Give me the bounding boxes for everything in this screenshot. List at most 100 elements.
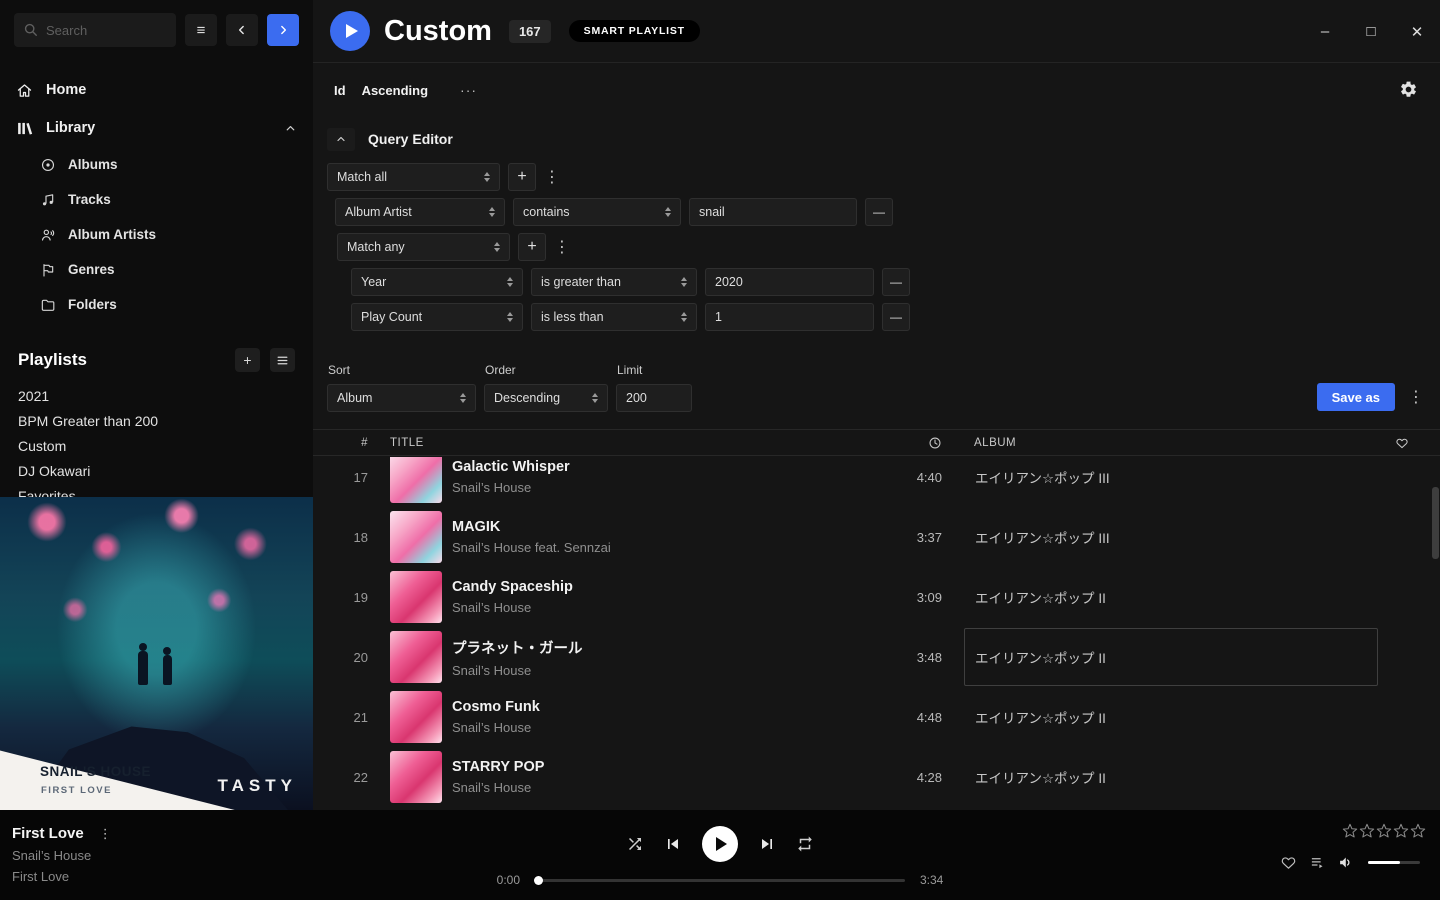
back-button[interactable] bbox=[226, 14, 258, 46]
remove-rule-button[interactable]: — bbox=[882, 268, 910, 296]
shuffle-button[interactable] bbox=[626, 835, 644, 853]
rule-operator-select[interactable]: is greater than bbox=[531, 268, 697, 296]
rule-field-select[interactable]: Play Count bbox=[351, 303, 523, 331]
track-title: MAGIK bbox=[452, 519, 802, 535]
playlist-item[interactable]: 2021 bbox=[0, 384, 313, 409]
match-mode-select[interactable]: Match all bbox=[327, 163, 500, 191]
sidebar-item-tracks[interactable]: Tracks bbox=[0, 182, 313, 217]
genres-icon bbox=[40, 262, 56, 278]
search-box[interactable] bbox=[14, 13, 176, 47]
track-album[interactable]: エイリアン☆ポップ III bbox=[964, 508, 1378, 566]
star-icon[interactable] bbox=[1342, 823, 1358, 839]
collapse-query-editor-button[interactable] bbox=[327, 128, 355, 151]
sidebar-item-library[interactable]: Library bbox=[0, 109, 313, 147]
maximize-button[interactable]: □ bbox=[1363, 23, 1379, 40]
track-row[interactable]: 22 STARRY POP Snail’s House 4:28 エイリアン☆ポ… bbox=[313, 747, 1440, 807]
rule-field-select[interactable]: Album Artist bbox=[335, 198, 505, 226]
column-favorite[interactable] bbox=[1378, 436, 1426, 450]
close-button[interactable]: ✕ bbox=[1409, 23, 1425, 41]
seek-bar[interactable] bbox=[535, 879, 905, 882]
sidebar-item-album-artists[interactable]: Album Artists bbox=[0, 217, 313, 252]
now-playing-album: First Love bbox=[12, 869, 111, 884]
playlist-item[interactable]: DJ Okawari bbox=[0, 459, 313, 484]
track-album[interactable]: エイリアン☆ポップ II bbox=[964, 688, 1378, 746]
add-playlist-button[interactable]: + bbox=[235, 348, 260, 372]
sidebar-item-home[interactable]: Home bbox=[0, 71, 313, 109]
updown-icon bbox=[507, 277, 513, 287]
rule-value-field[interactable] bbox=[705, 268, 874, 296]
queue-button[interactable] bbox=[1310, 855, 1325, 870]
remove-rule-button[interactable]: — bbox=[882, 303, 910, 331]
rule-value-field[interactable] bbox=[689, 198, 857, 226]
column-number[interactable]: # bbox=[333, 437, 368, 449]
settings-gear-icon[interactable] bbox=[1399, 80, 1418, 99]
track-row[interactable]: 21 Cosmo Funk Snail’s House 4:48 エイリアン☆ポ… bbox=[313, 687, 1440, 747]
limit-field[interactable] bbox=[616, 384, 692, 412]
save-as-button[interactable]: Save as bbox=[1317, 383, 1395, 411]
add-rule-button[interactable]: + bbox=[508, 163, 536, 191]
sort-field-button[interactable]: Id bbox=[334, 83, 346, 98]
remove-rule-button[interactable]: — bbox=[865, 198, 893, 226]
volume-button[interactable] bbox=[1338, 854, 1355, 871]
group-menu-button[interactable]: ⋮ bbox=[554, 237, 566, 257]
seek-knob[interactable] bbox=[534, 876, 543, 885]
rule-value-input[interactable] bbox=[715, 275, 864, 289]
add-rule-button[interactable]: + bbox=[518, 233, 546, 261]
track-album[interactable]: エイリアン☆ポップ II bbox=[964, 748, 1378, 806]
star-icon[interactable] bbox=[1359, 823, 1375, 839]
favorite-button[interactable] bbox=[1280, 854, 1297, 871]
next-button[interactable] bbox=[757, 834, 777, 854]
track-artist: Snail’s House feat. Sennzai bbox=[452, 540, 802, 555]
search-input[interactable] bbox=[46, 23, 156, 38]
sort-select[interactable]: Album bbox=[327, 384, 476, 412]
rule-operator-select[interactable]: contains bbox=[513, 198, 681, 226]
sort-order-button[interactable]: Ascending bbox=[362, 83, 428, 98]
menu-button[interactable]: ≡ bbox=[185, 14, 217, 46]
clock-icon bbox=[928, 436, 942, 450]
column-album[interactable]: ALBUM bbox=[964, 437, 1378, 449]
star-icon[interactable] bbox=[1410, 823, 1426, 839]
sidebar-item-folders[interactable]: Folders bbox=[0, 287, 313, 322]
column-title[interactable]: TITLE bbox=[390, 437, 802, 449]
minimize-button[interactable]: – bbox=[1317, 23, 1333, 40]
play-pause-button[interactable] bbox=[702, 826, 738, 862]
forward-button[interactable] bbox=[267, 14, 299, 46]
playlist-item[interactable]: BPM Greater than 200 bbox=[0, 409, 313, 434]
order-select[interactable]: Descending bbox=[484, 384, 608, 412]
match-mode-select[interactable]: Match any bbox=[337, 233, 510, 261]
scrollbar-thumb[interactable] bbox=[1432, 487, 1439, 559]
total-time: 3:34 bbox=[920, 873, 950, 887]
more-options-button[interactable]: ··· bbox=[460, 82, 477, 98]
minus-icon: — bbox=[890, 310, 902, 324]
playlist-list-button[interactable] bbox=[270, 348, 295, 372]
repeat-button[interactable] bbox=[796, 835, 814, 853]
sidebar-item-albums[interactable]: Albums bbox=[0, 147, 313, 182]
play-playlist-button[interactable] bbox=[330, 11, 370, 51]
rule-field-select[interactable]: Year bbox=[351, 268, 523, 296]
track-row[interactable]: 19 Candy Spaceship Snail’s House 3:09 エイ… bbox=[313, 567, 1440, 627]
track-row[interactable]: 18 MAGIK Snail’s House feat. Sennzai 3:3… bbox=[313, 507, 1440, 567]
track-album[interactable]: エイリアン☆ポップ II bbox=[964, 568, 1378, 626]
skip-next-icon bbox=[757, 834, 777, 854]
playlist-item[interactable]: Custom bbox=[0, 434, 313, 459]
group-menu-button[interactable]: ⋮ bbox=[544, 167, 556, 187]
star-icon[interactable] bbox=[1393, 823, 1409, 839]
playlist-header: Custom 167 SMART PLAYLIST – □ ✕ bbox=[313, 0, 1440, 63]
rule-value-field[interactable] bbox=[705, 303, 874, 331]
rule-value-input[interactable] bbox=[715, 310, 864, 324]
column-duration[interactable] bbox=[802, 436, 942, 450]
star-icon[interactable] bbox=[1376, 823, 1392, 839]
save-menu-button[interactable]: ⋮ bbox=[1408, 387, 1420, 407]
previous-button[interactable] bbox=[663, 834, 683, 854]
track-album[interactable]: エイリアン☆ポップ III bbox=[964, 457, 1378, 506]
now-playing-menu-button[interactable]: ⋮ bbox=[99, 826, 111, 842]
track-row[interactable]: 17 Galactic Whisper Snail’s House 4:40 エ… bbox=[313, 457, 1440, 507]
limit-input[interactable] bbox=[626, 391, 682, 405]
sidebar: ≡ Home Library Albums Tracks Album bbox=[0, 0, 313, 810]
rule-value-input[interactable] bbox=[699, 205, 847, 219]
track-album-hovered[interactable]: エイリアン☆ポップ II bbox=[964, 628, 1378, 686]
rule-operator-select[interactable]: is less than bbox=[531, 303, 697, 331]
volume-slider[interactable] bbox=[1368, 861, 1420, 864]
track-row[interactable]: 20 プラネット・ガール Snail’s House 3:48 エイリアン☆ポッ… bbox=[313, 627, 1440, 687]
sidebar-item-genres[interactable]: Genres bbox=[0, 252, 313, 287]
